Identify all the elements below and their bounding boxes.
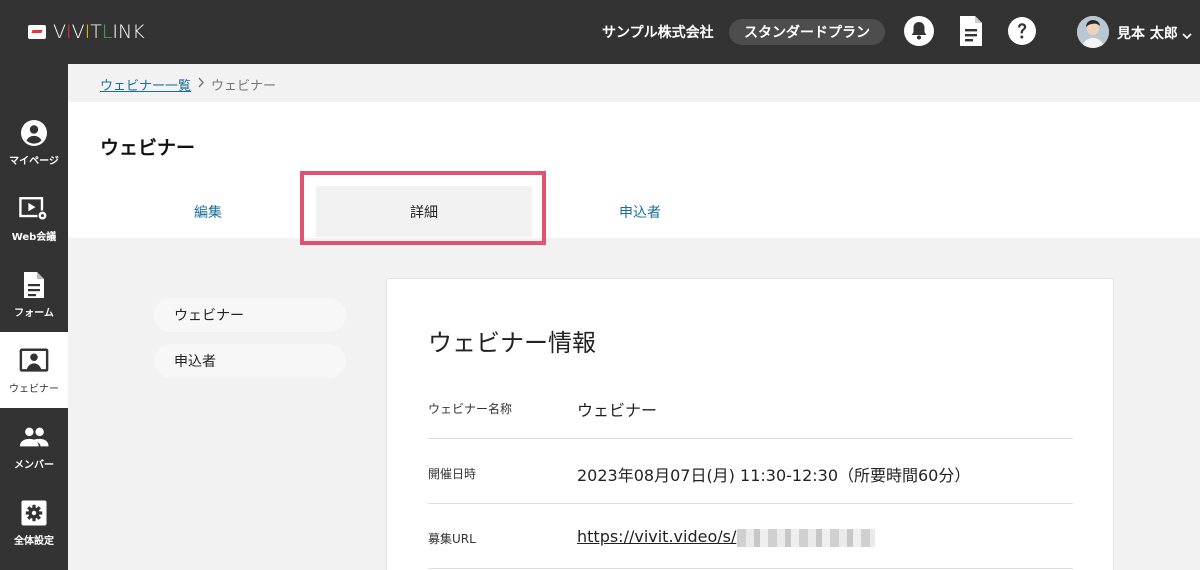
document-icon[interactable]: [955, 15, 987, 47]
sidebar-item-label: フォーム: [14, 307, 54, 319]
gear-icon: [19, 498, 49, 528]
vivitlink-logo[interactable]: VIVITLINK: [28, 20, 145, 44]
document-icon: [19, 270, 49, 300]
recruit-url-link[interactable]: https://vivit.video/s/: [577, 527, 736, 546]
logo-mark-icon: [28, 25, 46, 39]
sidebar-item-label: ウェビナー: [9, 383, 59, 395]
avatar[interactable]: [1077, 16, 1109, 48]
page-title: ウェビナー: [100, 137, 196, 159]
sidebar-item-members[interactable]: メンバー: [0, 408, 68, 484]
field-label-recruit-url: 募集URL: [428, 532, 476, 546]
members-icon: [19, 422, 49, 452]
sidebar-item-form[interactable]: フォーム: [0, 256, 68, 332]
tab-applicants[interactable]: 申込者: [532, 186, 748, 238]
breadcrumb-current: ウェビナー: [211, 79, 277, 94]
sidebar-item-label: マイページ: [9, 155, 59, 167]
field-label-datetime: 開催日時: [428, 467, 477, 481]
breadcrumb: ウェビナー一覧 ウェビナー: [100, 75, 276, 94]
top-header: VIVITLINK サンプル株式会社 スタンダードプラン 見本 太郎: [0, 0, 1200, 64]
field-label-webinar-name: ウェビナー名称: [428, 402, 513, 416]
user-name[interactable]: 見本 太郎: [1117, 23, 1178, 43]
submenu-item-webinar[interactable]: ウェビナー: [154, 298, 346, 332]
tab-edit[interactable]: 編集: [100, 186, 316, 238]
logo-text: VIVITLINK: [53, 21, 145, 43]
divider: [428, 503, 1073, 504]
breadcrumb-link-webinar-list[interactable]: ウェビナー一覧: [100, 75, 191, 94]
video-settings-icon: [19, 194, 49, 224]
divider: [428, 438, 1073, 439]
field-value-webinar-name: ウェビナー: [577, 401, 658, 420]
divider: [428, 568, 1073, 569]
sidebar-item-webinar[interactable]: ウェビナー: [0, 332, 68, 408]
sidebar-item-settings[interactable]: 全体設定: [0, 484, 68, 560]
presenter-icon: [19, 346, 49, 376]
chevron-right-icon: [197, 77, 205, 92]
sidebar-item-label: 全体設定: [14, 535, 54, 547]
plan-badge: スタンダードプラン: [729, 19, 885, 45]
card-title: ウェビナー情報: [428, 329, 596, 357]
highlight-frame: [300, 171, 546, 245]
company-name: サンプル株式会社: [602, 25, 714, 41]
submenu-item-applicants[interactable]: 申込者: [154, 344, 346, 378]
help-icon[interactable]: [1006, 15, 1038, 47]
account-circle-icon: [19, 118, 49, 148]
bell-icon[interactable]: [903, 15, 935, 47]
field-value-recruit-url: https://vivit.video/s/: [577, 527, 876, 547]
chevron-down-icon[interactable]: [1182, 25, 1192, 44]
sidebar-item-mypage[interactable]: マイページ: [0, 104, 68, 180]
sidebar-item-web-meeting[interactable]: Web会議: [0, 180, 68, 256]
redacted-block: [737, 528, 876, 547]
field-value-datetime: 2023年08月07日(月) 11:30-12:30（所要時間60分）: [577, 466, 971, 485]
sidebar-item-label: メンバー: [14, 459, 54, 471]
sidebar-item-label: Web会議: [11, 231, 57, 243]
sidebar: マイページ Web会議 フォーム ウェビナー メンバー 全体設定: [0, 64, 68, 570]
